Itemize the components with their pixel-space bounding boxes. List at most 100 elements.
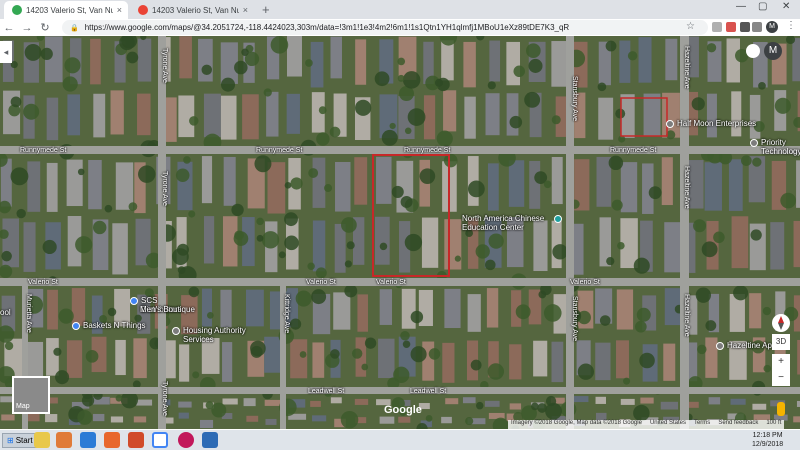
app-icon[interactable] [178, 432, 194, 448]
tree [16, 208, 26, 219]
rooftop [485, 93, 500, 136]
tree [538, 290, 547, 299]
tree [636, 307, 651, 322]
poi-half-moon[interactable]: Half Moon Enterprises [666, 119, 756, 128]
rooftop [90, 38, 101, 85]
zoom-in-button[interactable]: + [772, 354, 790, 370]
poi-housing[interactable]: Housing Authority Services [172, 326, 252, 344]
tree [311, 289, 327, 305]
back-button[interactable]: ← [0, 22, 18, 34]
tree [488, 233, 504, 249]
tree [605, 40, 617, 52]
tree [691, 97, 705, 111]
account-avatar[interactable]: M [764, 42, 782, 60]
3d-toggle-button[interactable]: 3D [772, 334, 790, 350]
extension-icon[interactable] [712, 22, 722, 32]
zoom-out-button[interactable]: − [772, 370, 790, 386]
tree [189, 116, 199, 126]
profile-avatar[interactable]: M [766, 21, 778, 33]
tree [425, 414, 433, 422]
tree [381, 129, 398, 146]
rooftop [378, 338, 395, 379]
poi-mens[interactable]: Men's Boutique [140, 305, 195, 314]
rooftop [136, 399, 153, 406]
poi-baskets[interactable]: Baskets N Things [72, 321, 146, 330]
tab-title: 14203 Valerio St, Van Nuys, Ca - G [26, 5, 113, 15]
tree [627, 51, 638, 61]
chrome-icon[interactable] [152, 432, 168, 448]
tree [256, 217, 264, 226]
satellite-map[interactable]: Runnymede St Runnymede St Runnymede St R… [0, 36, 800, 429]
tree [23, 103, 40, 120]
tree [290, 177, 303, 190]
rooftop [506, 93, 519, 136]
rooftop [286, 93, 300, 134]
rooftop [47, 289, 58, 330]
rooftop [616, 289, 634, 330]
media-player-icon[interactable] [56, 432, 72, 448]
bookmark-star-icon[interactable]: ☆ [686, 21, 695, 32]
firefox-icon[interactable] [104, 432, 120, 448]
place-pin-icon [750, 139, 758, 147]
tree [389, 122, 396, 130]
road-label: Runnymede St [20, 147, 67, 154]
map-layer-toggle[interactable]: Map [12, 376, 50, 414]
close-tab-icon[interactable]: × [117, 5, 122, 15]
rooftop [110, 416, 124, 423]
road-label: Valerio St [28, 279, 58, 286]
rooftop [508, 160, 525, 207]
poi-pool[interactable]: ool [0, 308, 11, 317]
new-tab-button[interactable]: + [262, 2, 270, 17]
forward-button[interactable]: → [18, 22, 36, 34]
close-tab-icon[interactable]: × [243, 5, 248, 15]
reload-button[interactable]: ↻ [36, 21, 54, 34]
tab-maps-active[interactable]: 14203 Valerio St, Van Nuys, Ca - G × [4, 1, 128, 19]
road-label: Tyrone Ave [161, 48, 168, 83]
poi-na-chinese[interactable]: North America Chinese Education Center [462, 214, 562, 232]
extension-icon[interactable] [726, 22, 736, 32]
rooftop [462, 397, 476, 404]
street-view-pegman-icon[interactable] [777, 402, 785, 416]
office-icon[interactable] [128, 432, 144, 448]
collapse-panel-button[interactable]: ◂ [0, 41, 12, 63]
poi-priority[interactable]: Priority Technology [750, 138, 800, 156]
compass-icon[interactable] [772, 314, 790, 332]
rooftop [223, 156, 236, 206]
rooftop [619, 40, 631, 83]
tree [201, 64, 213, 76]
tree [402, 71, 421, 89]
tree [284, 235, 299, 251]
rooftop [749, 94, 761, 139]
tree [530, 402, 539, 411]
rooftop [198, 38, 213, 82]
map-attribution: Imagery ©2018 Google, Map data ©2018 Goo… [508, 420, 785, 429]
extension-icon[interactable] [740, 22, 750, 32]
app-icon[interactable] [202, 432, 218, 448]
tree [351, 348, 363, 359]
road-label: Runnymede St [610, 147, 657, 154]
system-clock[interactable]: 12:18 PM 12/9/2018 [752, 431, 783, 449]
browser-menu-icon[interactable]: ⋮ [786, 20, 796, 31]
tree [635, 320, 647, 333]
tree [701, 241, 718, 258]
rooftop [620, 398, 635, 405]
tab-maps-2[interactable]: 14203 Valerio St, Van Nuys, Ca - Go × [130, 1, 254, 19]
poi-hazeltine-apts[interactable]: Hazeltine Apa [716, 341, 776, 350]
rooftop [731, 91, 742, 137]
road-label: Runnymede St [256, 147, 303, 154]
address-bar[interactable]: 🔒 https://www.google.com/maps/@34.205172… [62, 20, 708, 35]
layer-label: Map [16, 403, 30, 410]
extension-icon[interactable] [752, 22, 762, 32]
internet-explorer-icon[interactable] [80, 432, 96, 448]
maximize-button[interactable]: ▢ [758, 1, 767, 12]
road-label: Kittridge Ave [283, 294, 290, 334]
rooftop [137, 93, 151, 136]
apps-icon[interactable] [746, 44, 760, 58]
url-text[interactable]: https://www.google.com/maps/@34.2051724,… [85, 23, 569, 32]
tab-title: 14203 Valerio St, Van Nuys, Ca - Go [152, 5, 239, 15]
minimize-button[interactable]: — [736, 1, 746, 12]
close-window-button[interactable]: ✕ [782, 1, 790, 12]
file-explorer-icon[interactable] [34, 432, 50, 448]
tree [762, 306, 772, 316]
start-button[interactable]: ⊞ Start [2, 433, 38, 448]
